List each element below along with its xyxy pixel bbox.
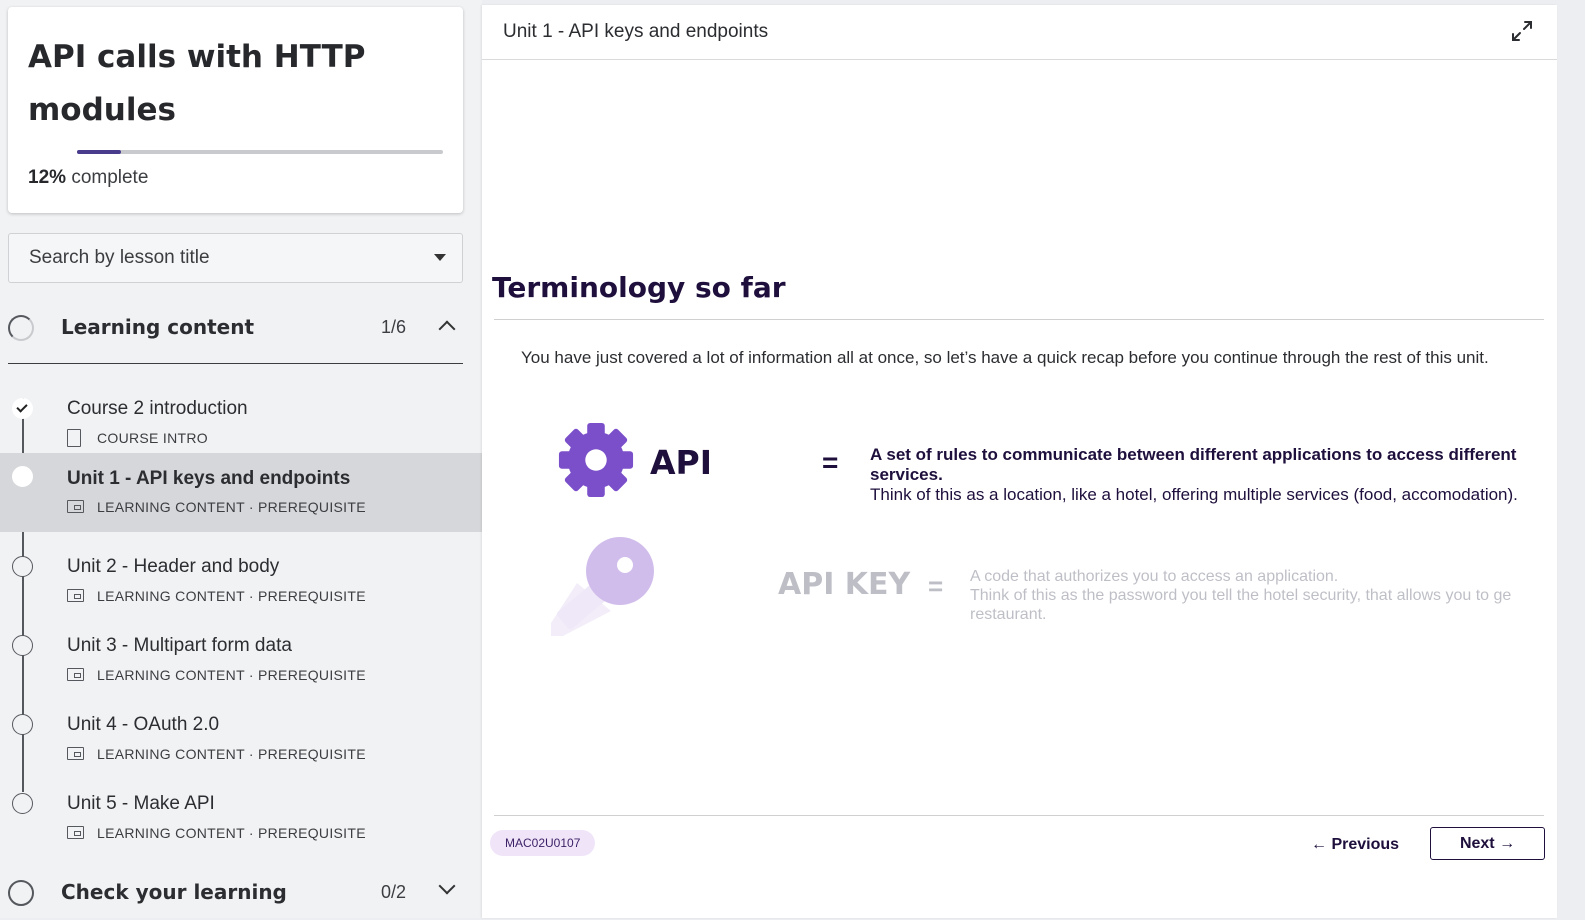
lesson-meta-text: LEARNING CONTENT · PREREQUISITE (97, 746, 366, 762)
definition-api-bold: A set of rules to communicate between di… (870, 445, 1517, 484)
section-label: Check your learning (61, 880, 287, 904)
section-count: 0/2 (381, 882, 407, 902)
definition-key-line: Think of this as the password you tell t… (970, 587, 1512, 604)
lesson-item[interactable]: Unit 3 - Multipart form data LEARNING CO… (0, 621, 482, 700)
chevron-down-icon[interactable] (438, 877, 456, 895)
lesson-item[interactable]: Unit 5 - Make API LEARNING CONTENT · PRE… (0, 779, 482, 858)
progress-text: 12% complete (28, 167, 148, 189)
lesson-item[interactable]: Unit 4 - OAuth 2.0 LEARNING CONTENT · PR… (0, 700, 482, 779)
previous-button[interactable]: ← Previous (1311, 830, 1399, 860)
chevron-up-icon[interactable] (438, 320, 456, 338)
lesson-node-icon (12, 556, 33, 577)
slides-icon (67, 668, 84, 681)
slides-icon (67, 500, 84, 513)
slide-intro-text: You have just covered a lot of informati… (521, 348, 1489, 367)
slides-icon (67, 589, 84, 602)
course-progress-card: API calls with HTTP modules 12% complete (8, 7, 463, 213)
lesson-node-icon (12, 714, 33, 735)
lesson-title: Unit 1 - API keys and endpoints (67, 468, 351, 489)
lesson-meta-text: COURSE INTRO (97, 430, 208, 446)
footer-divider (494, 815, 1544, 816)
caret-down-icon (434, 254, 446, 261)
section-divider (8, 363, 463, 364)
section-learning-content[interactable]: Learning content 1/6 (8, 307, 463, 355)
lesson-node-icon (12, 793, 33, 814)
next-button[interactable]: Next → (1430, 827, 1545, 860)
section-check-your-learning[interactable]: Check your learning 0/2 (8, 872, 463, 920)
definition-key-line: A code that authorizes you to access an … (970, 568, 1339, 585)
lesson-item[interactable]: Course 2 introduction COURSE INTRO (0, 384, 482, 463)
lesson-item[interactable]: Unit 2 - Header and body LEARNING CONTEN… (0, 542, 482, 621)
section-progress-ring-icon (8, 315, 34, 341)
viewer-header: Unit 1 - API keys and endpoints (482, 5, 1557, 60)
key-icon (551, 537, 654, 636)
progress-percent: 12% (28, 167, 67, 188)
lesson-meta-text: LEARNING CONTENT · PREREQUISITE (97, 667, 366, 683)
course-sidebar: API calls with HTTP modules 12% complete… (0, 0, 482, 918)
lesson-title: Unit 3 - Multipart form data (67, 635, 292, 656)
lesson-meta-text: LEARNING CONTENT · PREREQUISITE (97, 588, 366, 604)
slides-icon (67, 747, 84, 760)
lesson-code-badge: MAC02U0107 (490, 830, 596, 856)
lesson-title: Course 2 introduction (67, 398, 248, 419)
expand-icon[interactable] (1511, 20, 1533, 42)
lesson-item-active[interactable]: Unit 1 - API keys and endpoints LEARNING… (0, 453, 482, 532)
term-api: API (650, 443, 713, 482)
current-lesson-node-icon (12, 466, 33, 487)
progress-suffix: complete (71, 167, 149, 188)
definition-api-key: A code that authorizes you to access an … (970, 567, 1557, 624)
progress-bar-fill (77, 150, 121, 154)
section-progress-ring-icon (8, 880, 34, 906)
lesson-title: Unit 2 - Header and body (67, 556, 280, 577)
definition-api-text: Think of this as a location, like a hote… (870, 485, 1518, 504)
lesson-title: Unit 4 - OAuth 2.0 (67, 714, 220, 735)
gear-icon (558, 422, 634, 498)
lesson-search-dropdown[interactable]: Search by lesson title (8, 233, 463, 283)
definition-key-line: restaurant. (970, 606, 1047, 623)
equals-sign: = (928, 571, 944, 601)
slide-heading: Terminology so far (492, 271, 786, 304)
document-icon (67, 429, 81, 447)
term-api-key: API KEY (778, 567, 911, 602)
course-title: API calls with HTTP modules (28, 39, 366, 128)
search-placeholder: Search by lesson title (29, 247, 210, 268)
definition-api: A set of rules to communicate between di… (870, 445, 1550, 505)
completed-check-icon (12, 398, 33, 419)
equals-sign: = (822, 447, 839, 478)
lesson-title: Unit 5 - Make API (67, 793, 215, 814)
lesson-meta-text: LEARNING CONTENT · PREREQUISITE (97, 499, 366, 515)
viewer-title: Unit 1 - API keys and endpoints (503, 21, 769, 42)
lesson-viewer: Unit 1 - API keys and endpoints Terminol… (482, 5, 1557, 918)
slides-icon (67, 826, 84, 839)
progress-bar (77, 150, 443, 154)
slide-divider (494, 319, 1544, 320)
lesson-meta-text: LEARNING CONTENT · PREREQUISITE (97, 825, 366, 841)
lesson-node-icon (12, 635, 33, 656)
section-count: 1/6 (381, 317, 407, 337)
section-label: Learning content (61, 315, 255, 339)
